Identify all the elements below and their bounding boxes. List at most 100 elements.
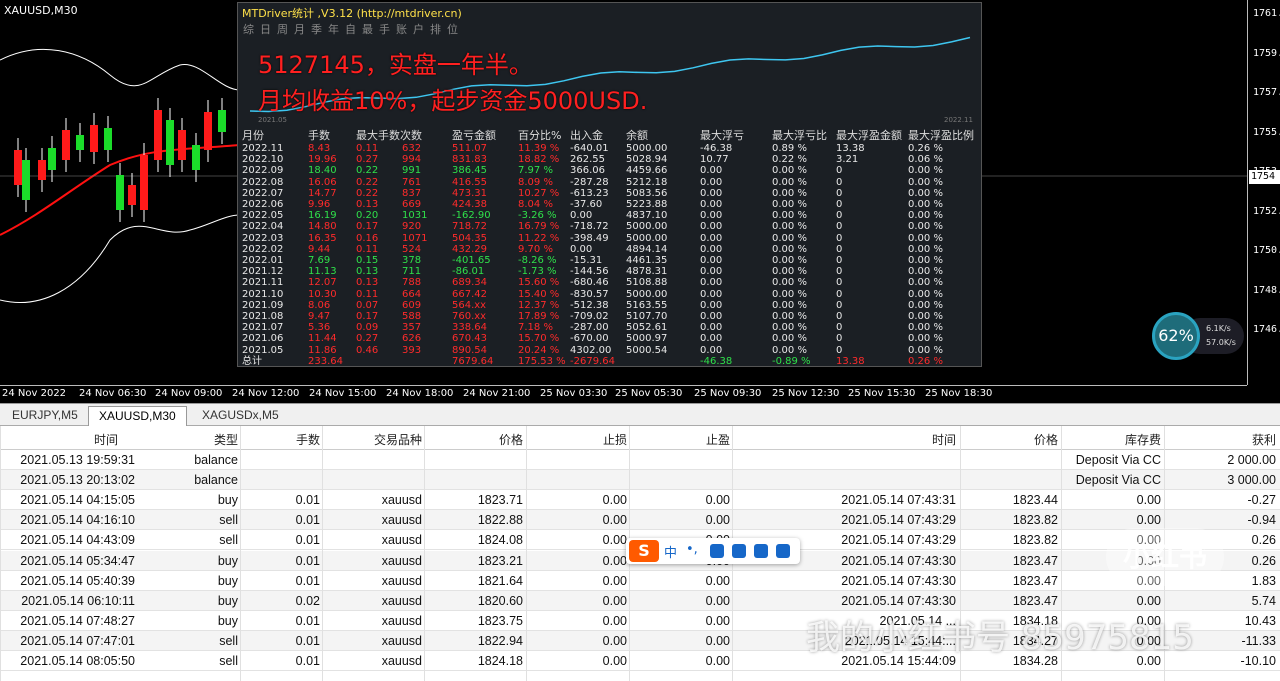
speed-percent: 62% xyxy=(1152,312,1200,360)
stats-cell: 473.31 xyxy=(452,187,487,199)
tab-eurjpy[interactable]: EURJPY,M5 xyxy=(2,406,88,426)
stats-cell: 0.00 % xyxy=(772,333,807,345)
stats-cell: 0.17 xyxy=(356,221,379,233)
stats-cell: 0.00 xyxy=(570,210,593,222)
history-cell: 0.00 xyxy=(705,633,730,648)
toolbox-icon[interactable] xyxy=(776,544,790,558)
stats-cell: 5108.88 xyxy=(626,277,668,289)
stats-cell: 0.00 xyxy=(700,344,723,356)
time-axis-label: 25 Nov 15:30 xyxy=(848,388,916,399)
history-cell: buy xyxy=(217,553,238,568)
stats-cell: 4894.14 xyxy=(626,243,668,255)
price-axis-label: 1755.60 xyxy=(1253,126,1280,138)
stats-cell: 0.27 xyxy=(356,333,379,345)
history-cell: -0.94 xyxy=(1247,513,1277,528)
history-cell: 0.01 xyxy=(295,633,320,648)
ime-punct-toggle[interactable]: •, xyxy=(686,542,698,557)
history-header-cell[interactable]: 价格 xyxy=(499,431,523,448)
history-row[interactable]: 2021.05.13 20:13:02 balance Deposit Via CC… xyxy=(0,470,1280,491)
ime-toolbar[interactable]: S 中 •, xyxy=(626,538,800,564)
stats-cell: 0.00 % xyxy=(772,165,807,177)
history-row[interactable]: 2021.05.14 04:16:10 sell 0.01 xauusd 1822.88… xyxy=(0,510,1280,531)
sogou-logo-icon[interactable]: S xyxy=(629,540,659,562)
stats-cell: 0.00 % xyxy=(908,344,943,356)
stats-cell: 0.07 xyxy=(356,299,379,311)
history-header-cell[interactable]: 时间 xyxy=(932,431,956,448)
history-header-cell[interactable]: 获利 xyxy=(1252,431,1276,448)
keyboard-icon[interactable] xyxy=(732,544,746,558)
time-axis-label: 25 Nov 05:30 xyxy=(615,388,683,399)
stats-cell: 718.72 xyxy=(452,221,487,233)
history-row[interactable]: 2021.05.13 19:59:31 balance Deposit Via CC… xyxy=(0,450,1280,470)
stats-cell: 761 xyxy=(402,176,422,188)
stats-total-cell: 233.64 xyxy=(308,355,343,367)
stats-cell: 3.21 xyxy=(836,154,859,166)
history-header-cell[interactable]: 手数 xyxy=(296,431,320,448)
price-axis[interactable]: 1761.001759.201757.401755.601753.801752.… xyxy=(1247,0,1280,385)
history-header-cell[interactable]: 止盈 xyxy=(706,431,730,448)
stats-cell: 0.00 % xyxy=(908,277,943,289)
stats-cell: 424.38 xyxy=(452,199,487,210)
stats-cell: -613.23 xyxy=(570,187,609,199)
stats-cell: 8.09 % xyxy=(518,176,553,188)
stats-cell: 2021.11 xyxy=(242,277,284,289)
candle-body xyxy=(116,175,124,210)
history-cell: 0.00 xyxy=(1136,593,1161,608)
history-header-cell[interactable]: 时间 xyxy=(94,431,118,448)
stats-cell: 0.00 % xyxy=(908,210,943,222)
stats-cell: 837 xyxy=(402,187,422,199)
stats-cell: 18.40 xyxy=(308,165,337,177)
stats-cell: 0.00 % xyxy=(772,255,807,266)
ime-language-toggle[interactable]: 中 xyxy=(664,542,677,561)
time-axis[interactable]: 24 Nov 2022 24 Nov 06:30 24 Nov 09:00 24 No… xyxy=(0,385,1247,403)
history-row[interactable]: 2021.05.14 05:40:39 buy 0.01 xauusd 1821.64 0… xyxy=(0,571,1280,591)
price-chart[interactable]: XAUUSD,M30 1761.00 1759.20 1757.40 1755.60 1… xyxy=(0,0,1280,403)
equity-end-date: 2022.11 xyxy=(944,116,973,124)
candle-body xyxy=(62,130,70,160)
stats-cell: 564.xx xyxy=(452,299,487,311)
stats-cell: 0.22 xyxy=(356,176,379,188)
history-header-cell[interactable]: 价格 xyxy=(1034,431,1058,448)
stats-cell: 0.00 % xyxy=(772,344,807,356)
upper-band-line xyxy=(0,48,241,91)
history-header-cell[interactable]: 交易品种 xyxy=(374,431,422,448)
time-axis-label: 25 Nov 03:30 xyxy=(540,388,608,399)
history-row[interactable]: 2021.05.14 06:10:11 buy 0.02 xauusd 1820.60 0… xyxy=(0,590,1280,611)
stats-total-cell: 13.38 xyxy=(836,355,865,367)
history-cell: 1823.82 xyxy=(1012,533,1058,548)
history-header-cell[interactable]: 止损 xyxy=(603,431,627,448)
history-row[interactable]: 2021.05.14 04:15:05 buy 0.01 xauusd 1823.71 0… xyxy=(0,490,1280,511)
column-divider xyxy=(0,426,1,681)
stats-cell: 524 xyxy=(402,243,422,255)
stats-row: 2021.07 5.36 0.09 357 338.64 7.18 % -287.00 505… xyxy=(242,322,982,333)
stats-cell: 2021.05 xyxy=(242,344,284,356)
tab-xagusdx[interactable]: XAGUSDx,M5 xyxy=(192,406,289,426)
skin-icon[interactable] xyxy=(754,544,768,558)
history-cell: 10.43 xyxy=(1244,613,1276,628)
history-cell: buy xyxy=(217,493,238,508)
network-speed-widget[interactable]: 62% 6.1K/s 57.0K/s xyxy=(1152,308,1246,368)
stats-cell: -398.49 xyxy=(570,232,609,244)
time-axis-label: 24 Nov 15:00 xyxy=(309,388,377,399)
history-cell: balance xyxy=(194,473,238,488)
stats-cell: 711 xyxy=(402,266,422,278)
history-header-cell[interactable]: 类型 xyxy=(214,431,238,448)
history-cell: xauusd xyxy=(381,553,422,568)
stats-cell: 0.26 % xyxy=(908,143,943,154)
stats-cell: 504.35 xyxy=(452,232,487,244)
stats-cell: 5052.61 xyxy=(626,322,668,334)
history-cell: 0.00 xyxy=(602,553,627,568)
stats-cell: 386.45 xyxy=(452,165,487,177)
history-header-cell[interactable]: 库存费 xyxy=(1125,431,1161,448)
tab-xauusd[interactable]: XAUUSD,M30 xyxy=(88,406,187,426)
stats-total-cell: 7679.64 xyxy=(452,355,494,367)
stats-cell: -86.01 xyxy=(452,266,485,278)
stats-header-cell: 百分比% xyxy=(518,129,562,142)
mic-icon[interactable] xyxy=(710,544,724,558)
stats-cell: 10.30 xyxy=(308,288,337,300)
stats-row: 2022.05 16.19 0.20 1031 -162.90 -3.26 % 0.00 48… xyxy=(242,210,982,221)
stats-cell: 357 xyxy=(402,322,422,334)
stats-cell: 0.00 xyxy=(700,165,723,177)
stats-cell: -162.90 xyxy=(452,210,491,222)
time-axis-label: 24 Nov 18:00 xyxy=(386,388,454,399)
